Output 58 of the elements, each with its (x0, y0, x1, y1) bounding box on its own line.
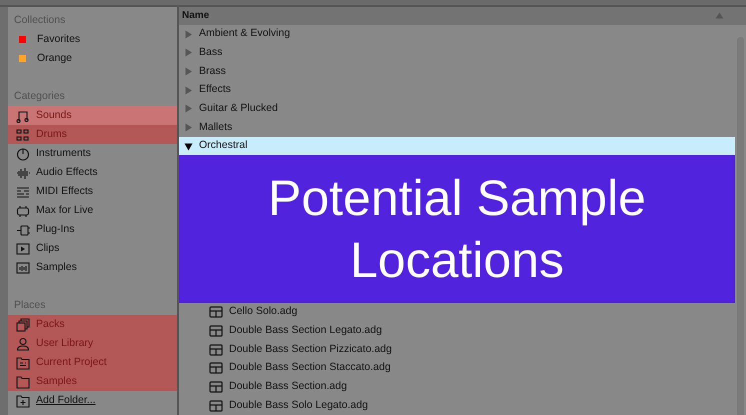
collapsed-arrow-icon[interactable] (184, 48, 193, 58)
clip-icon (16, 242, 30, 256)
collapsed-arrow-icon[interactable] (184, 30, 193, 39)
section-heading: Categories (13, 88, 66, 104)
collapsed-arrow-icon[interactable] (184, 66, 193, 76)
folder-row[interactable]: Brass (179, 62, 735, 81)
folder-row[interactable]: Effects (179, 80, 735, 100)
sidebar-item[interactable]: Plug-Ins (8, 220, 177, 239)
section-heading: Collections (13, 12, 66, 28)
folder-icon (16, 374, 30, 388)
plug-icon (16, 222, 30, 236)
rack-preset-icon (209, 380, 223, 394)
sidebar-item[interactable]: Sounds (8, 106, 177, 125)
file-row[interactable]: Double Bass Section Staccato.adg (179, 358, 746, 378)
expanded-arrow-icon[interactable] (184, 142, 193, 151)
sidebar-item[interactable]: Samples (8, 258, 177, 277)
music-note-icon (16, 108, 30, 122)
midi-lines-icon (16, 184, 30, 198)
stacked-squares-icon (16, 318, 30, 332)
item-label: Orange (37, 50, 72, 66)
folder-row[interactable]: Mallets (179, 118, 735, 137)
collapsed-arrow-icon[interactable] (184, 86, 193, 95)
file-row[interactable]: Double Bass Section.adg (179, 378, 746, 396)
rack-preset-icon (209, 361, 223, 376)
sidebar-item[interactable]: Max for Live (8, 201, 177, 220)
section-heading: Places (13, 298, 47, 313)
folder-row[interactable]: Orchestral (179, 136, 735, 156)
add-folder-icon (16, 394, 30, 408)
caption-banner: Potential Sample Locations (179, 155, 735, 303)
add-folder-link[interactable]: Add Folder... (36, 392, 96, 408)
file-row[interactable]: Cello Solo.adg (179, 302, 746, 322)
power-icon (16, 146, 30, 160)
folder-row[interactable]: Bass (179, 43, 735, 62)
sort-arrow-icon (715, 12, 724, 20)
file-row[interactable]: Double Bass Section Legato.adg (179, 322, 746, 340)
waveform-icon (16, 166, 30, 180)
file-row[interactable]: Double Bass Solo Legato.adg (179, 396, 746, 415)
folder-row[interactable]: Guitar & Plucked (179, 99, 735, 118)
grid-icon (16, 128, 30, 142)
sample-icon (16, 260, 30, 274)
column-title: Name (182, 9, 210, 24)
file-row[interactable]: Double Bass Section Pizzicato.adg (179, 340, 746, 359)
item-label: Favorites (37, 32, 80, 47)
rack-preset-icon (209, 342, 223, 357)
max-device-icon (16, 204, 30, 218)
sidebar-item[interactable]: Clips (8, 239, 177, 258)
column-header[interactable]: Name (179, 7, 746, 25)
sidebar-item[interactable]: MIDI Effects (8, 182, 177, 201)
folder-row[interactable]: Ambient & Evolving (179, 24, 735, 44)
collapsed-arrow-icon[interactable] (184, 104, 193, 114)
rack-preset-icon (209, 398, 223, 413)
collapsed-arrow-icon[interactable] (184, 122, 193, 132)
sidebar-item[interactable]: Audio Effects (8, 163, 177, 182)
rack-preset-icon (209, 305, 223, 320)
project-folder-icon (16, 356, 30, 370)
person-icon (16, 336, 30, 350)
rack-preset-icon (209, 324, 223, 338)
sidebar-item[interactable]: Instruments (8, 144, 177, 163)
